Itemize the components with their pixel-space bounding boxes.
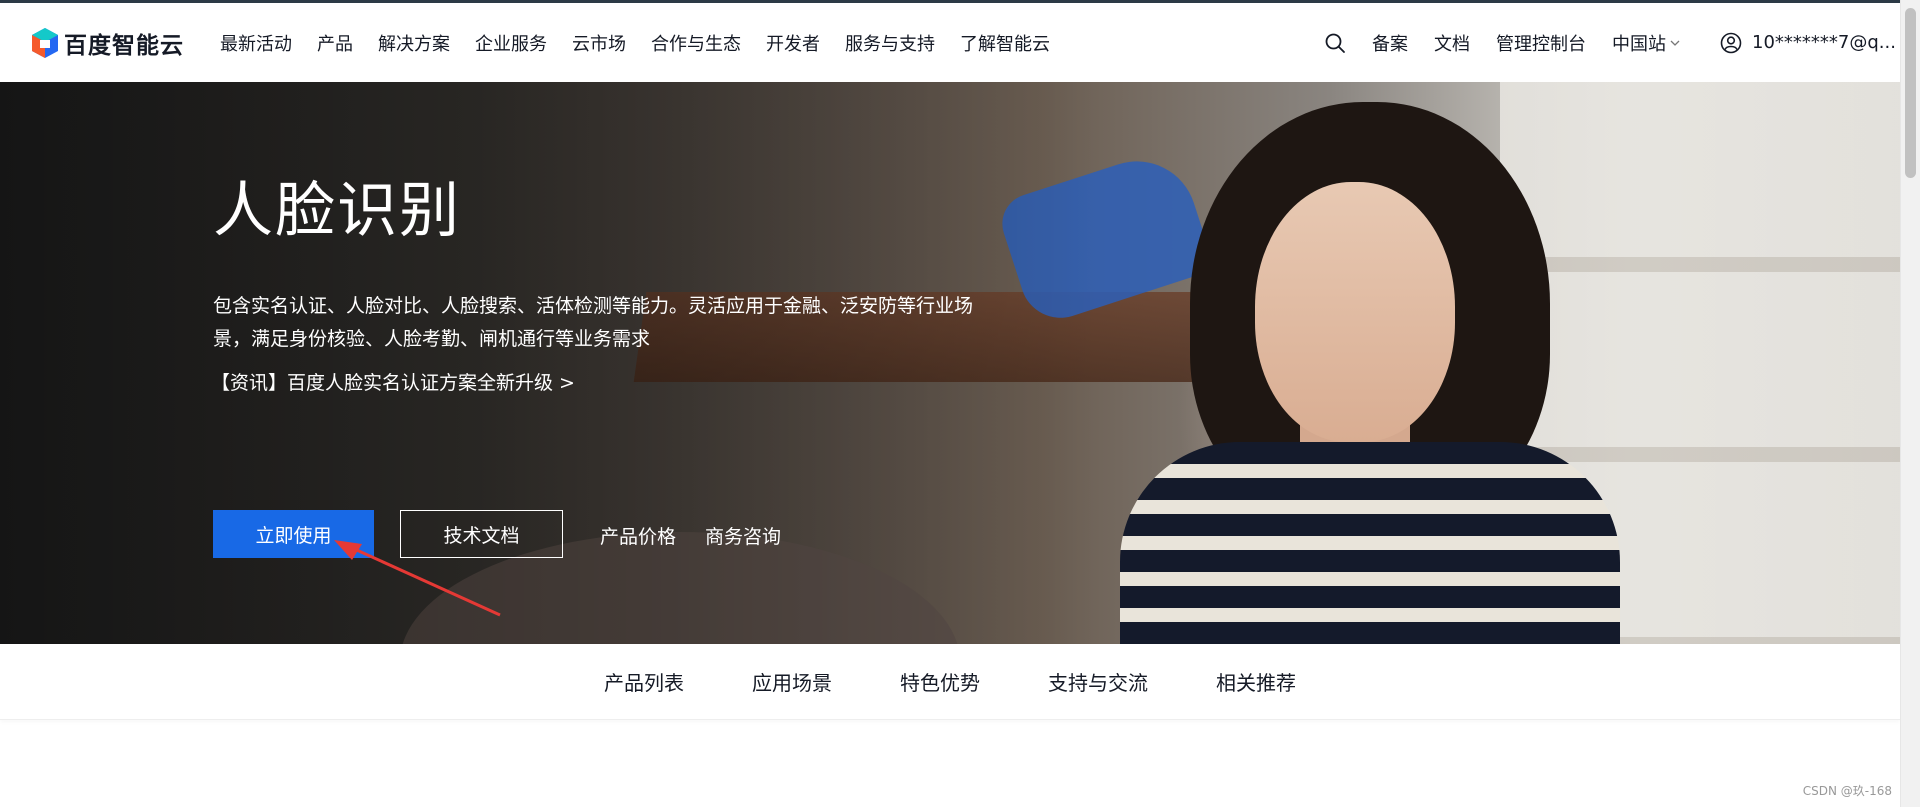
- nav-link-docs[interactable]: 文档: [1434, 30, 1470, 56]
- search-icon[interactable]: [1324, 32, 1346, 54]
- nav-item-enterprise-services[interactable]: 企业服务: [475, 30, 547, 56]
- news-link[interactable]: 【资讯】百度人脸实名认证方案全新升级 >: [211, 368, 575, 395]
- hero-banner: 人脸识别 包含实名认证、人脸对比、人脸搜索、活体检测等能力。灵活应用于金融、泛安…: [0, 82, 1900, 644]
- scrollbar-thumb[interactable]: [1905, 8, 1916, 178]
- nav-item-developers[interactable]: 开发者: [766, 30, 820, 56]
- subnav-item-recommendations[interactable]: 相关推荐: [1216, 667, 1296, 696]
- subnav-item-advantages[interactable]: 特色优势: [900, 667, 980, 696]
- nav-item-cloud-market[interactable]: 云市场: [572, 30, 626, 56]
- nav-item-support[interactable]: 服务与支持: [845, 30, 935, 56]
- chevron-down-icon: [1670, 40, 1680, 46]
- brand-name: 百度智能云: [64, 32, 184, 59]
- brand-logo[interactable]: 百度智能云: [30, 26, 184, 60]
- nav-link-console[interactable]: 管理控制台: [1496, 30, 1586, 56]
- nav-item-solutions[interactable]: 解决方案: [378, 30, 450, 56]
- business-consult-link[interactable]: 商务咨询: [705, 522, 781, 549]
- user-icon: [1720, 32, 1742, 53]
- top-navbar: 百度智能云 最新活动 产品 解决方案 企业服务 云市场 合作与生态 开发者 服务…: [0, 0, 1900, 82]
- nav-item-about[interactable]: 了解智能云: [960, 30, 1050, 56]
- main-nav: 最新活动 产品 解决方案 企业服务 云市场 合作与生态 开发者 服务与支持 了解…: [220, 30, 1075, 56]
- hero-description: 包含实名认证、人脸对比、人脸搜索、活体检测等能力。灵活应用于金融、泛安防等行业场…: [213, 295, 974, 350]
- hero-text-shade: [0, 82, 1100, 644]
- nav-item-latest-activities[interactable]: 最新活动: [220, 30, 292, 56]
- user-email: 10*******7@q...: [1752, 32, 1896, 53]
- hero-person-striped-top: [1120, 442, 1620, 644]
- subnav-item-product-list[interactable]: 产品列表: [604, 667, 684, 696]
- section-subnav: 产品列表 应用场景 特色优势 支持与交流 相关推荐: [0, 644, 1900, 720]
- nav-item-products[interactable]: 产品: [317, 30, 353, 56]
- page-scrollbar[interactable]: [1900, 0, 1920, 807]
- user-account[interactable]: 10*******7@q...: [1720, 32, 1900, 54]
- subnav-item-scenarios[interactable]: 应用场景: [752, 667, 832, 696]
- baidu-cloud-logo-icon: [32, 27, 58, 58]
- nav-link-filing[interactable]: 备案: [1372, 30, 1408, 56]
- region-label: 中国站: [1612, 33, 1666, 55]
- pricing-link[interactable]: 产品价格: [600, 522, 676, 549]
- subnav-item-support[interactable]: 支持与交流: [1048, 667, 1148, 696]
- region-selector[interactable]: 中国站: [1612, 30, 1680, 56]
- hero-person-face: [1255, 182, 1455, 442]
- nav-item-partners[interactable]: 合作与生态: [651, 30, 741, 56]
- annotation-arrow-icon: [334, 540, 501, 617]
- watermark: CSDN @玖-168: [1802, 784, 1892, 798]
- page-title: 人脸识别: [213, 176, 461, 246]
- nav-right: 备案 文档 管理控制台 中国站 10*******7@q...: [1324, 3, 1900, 82]
